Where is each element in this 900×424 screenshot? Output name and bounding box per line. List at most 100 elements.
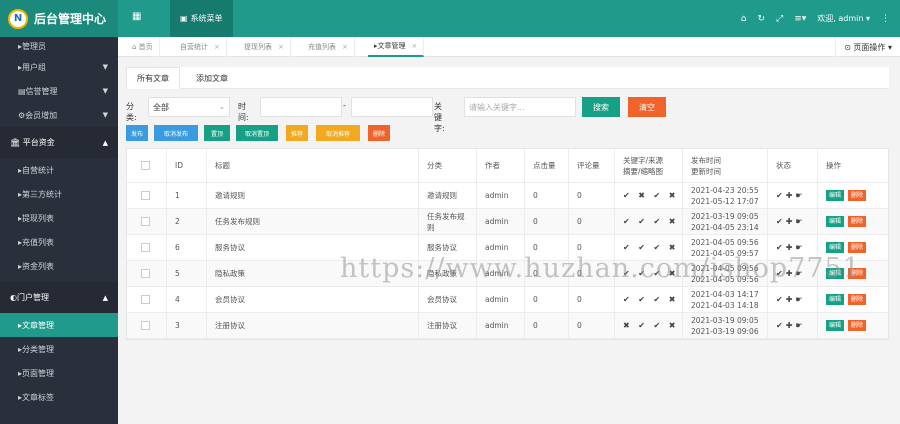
sidebar-item-articles[interactable]: ▸文章管理	[0, 313, 118, 337]
select-all-checkbox[interactable]	[141, 161, 150, 170]
status-icons: ✔✚☛	[776, 295, 806, 304]
clear-button[interactable]: 清空	[628, 97, 666, 117]
tab-home[interactable]: ⌂ 首页	[126, 37, 160, 57]
edit-button[interactable]: 编辑	[826, 242, 845, 253]
delete-button[interactable]: 删除	[848, 268, 867, 279]
sidebar-item-withdraw-list[interactable]: ▸提现列表	[0, 206, 118, 230]
header-hits: 点击量	[525, 149, 569, 182]
category-select[interactable]: 全部 ⌄	[148, 97, 230, 117]
fullscreen-icon[interactable]: ⤢	[776, 14, 783, 24]
cell-published: 2021-04-03 14:17	[691, 289, 759, 299]
table-header-row: ID 标题 分类 作者 点击量 评论量 关键字/来源 摘要/缩略图 发布时间 更…	[127, 149, 888, 183]
edit-button[interactable]: 编辑	[826, 320, 845, 331]
sidebar-item-pages[interactable]: ▸页面管理	[0, 361, 118, 385]
tab-self-stats[interactable]: 自营统计 ×	[174, 37, 227, 57]
row-checkbox[interactable]	[141, 295, 150, 304]
page-operations-menu[interactable]: ⊙ 页面操作 ▾	[835, 37, 892, 57]
table-row: 1 邀请规则 邀请规则 admin 0 0 ✔ ✖ ✔ ✖ 2021-04-23…	[127, 183, 888, 209]
cell-comments: 0	[569, 235, 615, 260]
keyword-input[interactable]	[464, 97, 576, 117]
row-checkbox[interactable]	[141, 217, 150, 226]
tab-recharge-list[interactable]: 充值列表 ×	[302, 37, 355, 57]
sidebar-item-categories[interactable]: ▸分类管理	[0, 337, 118, 361]
delete-selected-button[interactable]: 删除	[368, 125, 390, 141]
edit-button[interactable]: 编辑	[826, 294, 845, 305]
delete-button[interactable]: 删除	[848, 190, 867, 201]
more-icon[interactable]: ⋮	[881, 14, 890, 24]
chevron-down-icon: ▼	[102, 63, 108, 71]
subtab-add-article[interactable]: 添加文章	[186, 67, 238, 89]
header-status: 状态	[768, 149, 818, 182]
cell-title[interactable]: 隐私政策	[207, 261, 419, 286]
cell-published: 2021-04-05 09:56	[691, 263, 759, 273]
sidebar-item-article-tags[interactable]: ▸文章标签	[0, 385, 118, 409]
unrecommend-button[interactable]: 取消推荐	[316, 125, 360, 141]
cell-category: 隐私政策	[427, 269, 457, 278]
user-menu[interactable]: 欢迎, admin ▾	[817, 13, 870, 24]
recommend-button[interactable]: 推荐	[286, 125, 308, 141]
menu-toggle-icon[interactable]: ▦	[132, 11, 141, 22]
chevron-up-icon: ▲	[102, 138, 108, 147]
status-icons: ✔✚☛	[776, 191, 806, 200]
cell-title[interactable]: 注册协议	[207, 313, 419, 338]
delete-button[interactable]: 删除	[848, 216, 867, 227]
sidebar-section-portal[interactable]: ◐门户管理 ▲	[0, 282, 118, 313]
articles-table: ID 标题 分类 作者 点击量 评论量 关键字/来源 摘要/缩略图 发布时间 更…	[126, 148, 889, 340]
pin-button[interactable]: 置顶	[204, 125, 230, 141]
cell-hits: 0	[525, 183, 569, 208]
edit-button[interactable]: 编辑	[826, 216, 845, 227]
edit-button[interactable]: 编辑	[826, 268, 845, 279]
cell-id: 1	[167, 183, 207, 208]
cell-category: 邀请规则	[427, 191, 457, 200]
unpin-button[interactable]: 取消置顶	[236, 125, 278, 141]
date-separator: -	[343, 101, 346, 110]
publish-button[interactable]: 发布	[126, 125, 148, 141]
cell-title[interactable]: 任务发布规则	[207, 209, 419, 234]
edit-button[interactable]: 编辑	[826, 190, 845, 201]
row-checkbox[interactable]	[141, 243, 150, 252]
cell-id: 4	[167, 287, 207, 312]
sidebar-item-user-groups[interactable]: ▸用户组 ▼	[0, 55, 118, 79]
cell-updated: 2021-04-05 23:14	[691, 222, 759, 232]
cell-comments: 0	[569, 287, 615, 312]
close-icon[interactable]: ×	[412, 42, 418, 50]
sidebar-item-admins[interactable]: ▸管理员	[0, 37, 118, 55]
header-title: 标题	[207, 149, 419, 182]
end-date-input[interactable]	[351, 97, 433, 117]
unpublish-button[interactable]: 取消发布	[154, 125, 198, 141]
refresh-icon[interactable]: ↻	[757, 14, 765, 24]
delete-button[interactable]: 删除	[848, 320, 867, 331]
close-icon[interactable]: ×	[214, 43, 220, 51]
row-checkbox[interactable]	[141, 269, 150, 278]
sidebar-item-member-add[interactable]: ⚙会员增加 ▼	[0, 103, 118, 127]
sidebar-item-funds-list[interactable]: ▸资金列表	[0, 254, 118, 278]
tab-article-management[interactable]: ▸文章管理 ×	[368, 37, 425, 57]
cell-id: 5	[167, 261, 207, 286]
sidebar-item-reputation[interactable]: ▤信誉管理 ▼	[0, 79, 118, 103]
close-icon[interactable]: ×	[342, 43, 348, 51]
subtab-all-articles[interactable]: 所有文章	[126, 67, 180, 89]
delete-button[interactable]: 删除	[848, 294, 867, 305]
row-checkbox[interactable]	[141, 321, 150, 330]
cell-published: 2021-03-19 09:05	[691, 315, 759, 325]
home-icon[interactable]: ⌂	[741, 14, 747, 24]
tab-withdraw-list[interactable]: 提现列表 ×	[238, 37, 291, 57]
close-icon[interactable]: ×	[278, 43, 284, 51]
sidebar-item-recharge-list[interactable]: ▸充值列表	[0, 230, 118, 254]
sidebar-item-self-stats[interactable]: ▸自营统计	[0, 158, 118, 182]
cell-comments: 0	[569, 183, 615, 208]
brand[interactable]: N 后台管理中心	[0, 0, 118, 37]
cell-hits: 0	[525, 287, 569, 312]
system-menu-tab[interactable]: ▣ 系统菜单	[170, 0, 233, 37]
cell-hits: 0	[525, 313, 569, 338]
sidebar-item-third-party-stats[interactable]: ▸第三方统计	[0, 182, 118, 206]
cell-title[interactable]: 会员协议	[207, 287, 419, 312]
row-checkbox[interactable]	[141, 191, 150, 200]
sidebar-section-platform-funds[interactable]: 🏛 平台资金 ▲	[0, 127, 118, 158]
cell-title[interactable]: 邀请规则	[207, 183, 419, 208]
delete-button[interactable]: 删除	[848, 242, 867, 253]
cell-title[interactable]: 服务协议	[207, 235, 419, 260]
search-button[interactable]: 搜索	[582, 97, 620, 117]
start-date-input[interactable]	[260, 97, 342, 117]
list-menu-icon[interactable]: ≡▾	[794, 14, 806, 24]
